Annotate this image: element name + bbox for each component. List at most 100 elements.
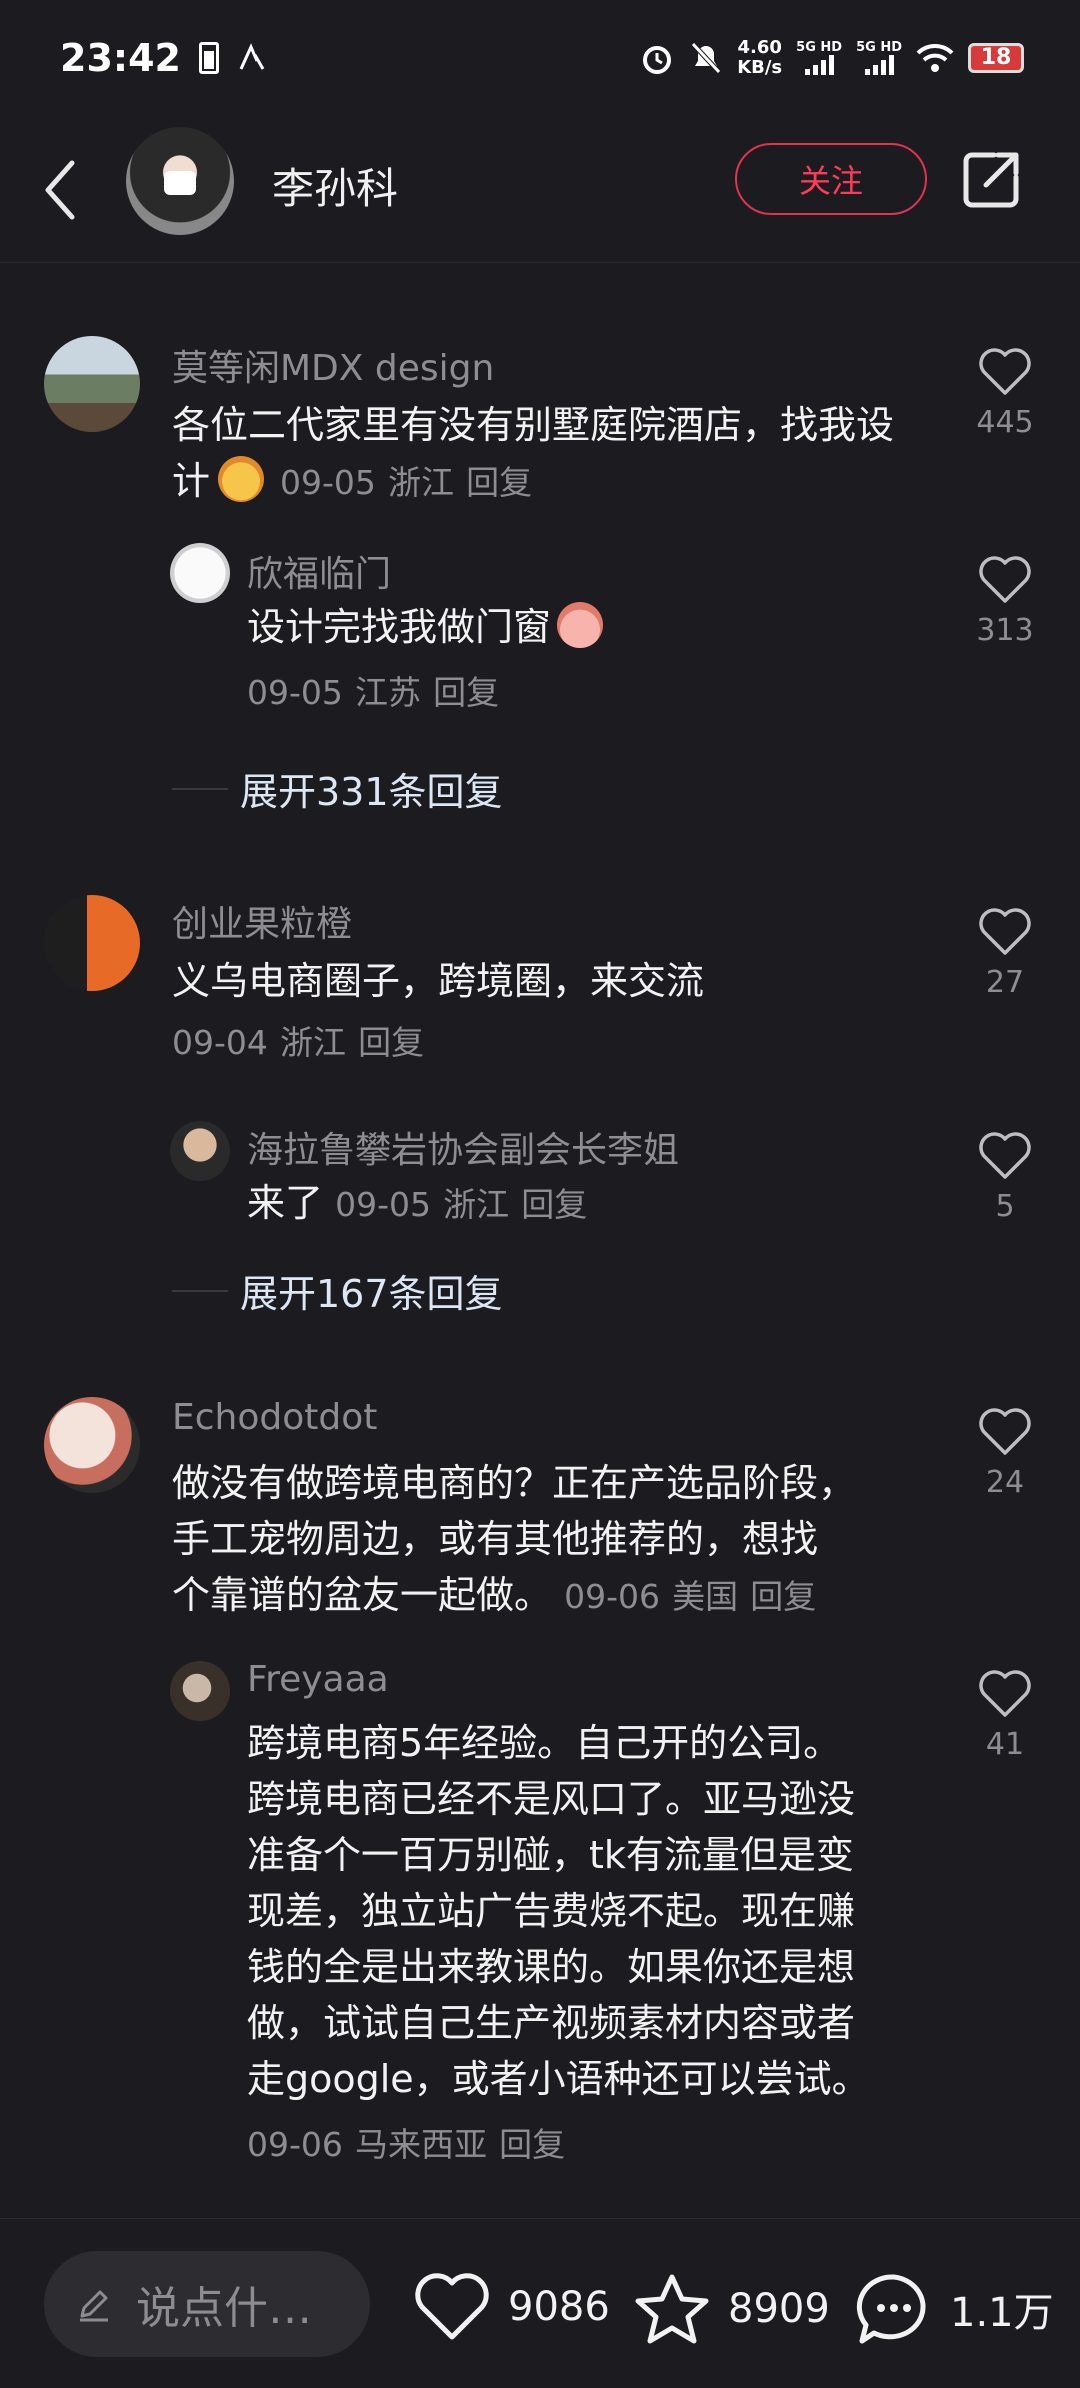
heart-icon — [979, 908, 1031, 955]
battery-indicator: 18 — [968, 42, 1024, 73]
comment-input[interactable]: 说点什… — [44, 2251, 370, 2357]
emoji-icon — [557, 602, 604, 648]
reply-link[interactable]: 回复 — [521, 1185, 587, 1224]
like-total: 9086 — [508, 2284, 610, 2330]
expand-divider — [172, 1289, 228, 1292]
heart-icon — [979, 1132, 1031, 1179]
like-count: 27 — [985, 965, 1025, 1000]
reply-username[interactable]: 欣福临门 — [247, 545, 391, 597]
comment-region: 美国 — [672, 1577, 739, 1616]
comment-meta: 09-04 浙江 回复 — [172, 1013, 424, 1071]
avatar[interactable] — [170, 1661, 230, 1721]
avatar[interactable] — [44, 1397, 140, 1493]
reply-username[interactable]: 海拉鲁攀岩协会副会长李姐 — [247, 1121, 679, 1173]
star-icon — [635, 2274, 709, 2344]
comment-date: 09-05 — [280, 463, 376, 502]
mute-icon — [691, 41, 722, 74]
reply-region: 马来西亚 — [354, 2125, 487, 2164]
sim2-label: 5G HD — [856, 40, 902, 55]
comment-line: 做没有做跨境电商的？正在产选品阶段， — [172, 1461, 857, 1505]
like-count: 24 — [985, 1465, 1025, 1500]
like-count: 41 — [985, 1727, 1025, 1762]
reply-link[interactable]: 回复 — [433, 673, 499, 712]
avatar[interactable] — [44, 336, 140, 432]
reply-line: 钱的全是出来教课的。如果你还是想 — [247, 1945, 856, 1989]
chat-bubble-icon — [856, 2274, 926, 2344]
like-post-button[interactable]: 9086 — [412, 2271, 610, 2343]
heart-icon — [415, 2273, 489, 2340]
reply-link[interactable]: 回复 — [466, 463, 532, 502]
comment-username[interactable]: 创业果粒橙 — [172, 895, 352, 947]
heart-icon — [979, 348, 1031, 395]
battery-saver-icon — [198, 41, 219, 74]
speed-value: 4.60 — [737, 36, 782, 58]
reply-link[interactable]: 回复 — [499, 2125, 565, 2164]
like-button[interactable]: 27 — [965, 907, 1045, 1000]
reply-line: 跨境电商5年经验。自己开的公司。 — [247, 1721, 842, 1765]
comment-date: 09-04 — [172, 1023, 268, 1062]
like-count: 5 — [995, 1189, 1015, 1224]
sim1-label: 5G HD — [796, 40, 843, 55]
author-avatar[interactable] — [126, 127, 234, 235]
reply-region: 浙江 — [443, 1185, 510, 1224]
comment-total: 1.1万 — [950, 2290, 1054, 2336]
like-button[interactable]: 41 — [965, 1669, 1045, 1762]
reply-body: 来了 — [247, 1181, 324, 1225]
bottom-action-bar: 说点什… 9086 8909 1.1万 — [0, 2218, 1080, 2388]
clock: 23:42 — [60, 35, 181, 80]
favorite-button[interactable]: 8909 — [632, 2271, 830, 2347]
heart-icon — [979, 1670, 1031, 1717]
expand-replies-button[interactable]: 展开331条回复 — [172, 761, 503, 816]
reply-date: 09-05 — [247, 673, 343, 712]
pencil-icon — [80, 2290, 108, 2322]
like-count: 445 — [976, 405, 1034, 440]
like-button[interactable]: 5 — [965, 1131, 1045, 1224]
comment-date: 09-06 — [564, 1577, 660, 1616]
comment-username[interactable]: Echodotdot — [172, 1397, 377, 1438]
comment-line: 个靠谱的盆友一起做。 — [172, 1573, 553, 1617]
reply-line: 做，试试自己生产视频素材内容或者 — [247, 2001, 856, 2045]
wifi-icon — [916, 43, 954, 72]
reply-text: 来了 09-05 浙江 回复 — [247, 1175, 907, 1233]
avatar[interactable] — [44, 895, 140, 991]
reply-line: 跨境电商已经不是风口了。亚马逊没 — [247, 1777, 856, 1821]
avatar[interactable] — [170, 1121, 230, 1181]
status-bar: 23:42 4.60 KB/s 5G HD 5G HD 18 — [0, 0, 1080, 115]
emoji-icon — [218, 456, 265, 502]
reply-line: 走google，或者小语种还可以尝试。 — [247, 2057, 870, 2101]
like-button[interactable]: 313 — [965, 555, 1045, 648]
comment-username[interactable]: 莫等闲MDX design — [172, 339, 494, 391]
reply-link[interactable]: 回复 — [358, 1023, 424, 1062]
heart-icon — [979, 1408, 1031, 1455]
reply-region: 江苏 — [354, 673, 421, 712]
heart-icon — [979, 556, 1031, 603]
comment-placeholder: 说点什… — [136, 2283, 312, 2334]
follow-button[interactable]: 关注 — [735, 143, 927, 215]
reply-body: 设计完找我做门窗 — [247, 605, 552, 649]
expand-label: 展开167条回复 — [240, 1272, 503, 1316]
reply-meta: 09-06 马来西亚 回复 — [247, 2115, 565, 2173]
reply-link[interactable]: 回复 — [750, 1577, 816, 1616]
avatar[interactable] — [170, 543, 230, 603]
comment-text: 做没有做跨境电商的？正在产选品阶段， 手工宠物周边，或有其他推荐的，想找 个靠谱… — [172, 1455, 932, 1625]
reply-text: 设计完找我做门窗 — [247, 599, 907, 655]
alarm-icon — [643, 45, 672, 74]
comments-button[interactable]: 1.1万 — [854, 2271, 1054, 2347]
expand-replies-button[interactable]: 展开167条回复 — [172, 1263, 503, 1318]
back-arrow-icon[interactable] — [40, 155, 80, 225]
share-icon[interactable] — [962, 149, 1022, 209]
profile-header: 李孙科 关注 — [0, 115, 1080, 263]
reply-line: 准备个一百万别碰，tk有流量但是变 — [247, 1833, 854, 1877]
reply-username[interactable]: Freyaaa — [247, 1659, 389, 1700]
like-count: 313 — [976, 613, 1034, 648]
like-button[interactable]: 445 — [965, 347, 1045, 440]
expand-divider — [172, 787, 228, 790]
signal-sim2: 5G HD — [856, 40, 902, 75]
comment-text: 义乌电商圈子，跨境圈，来交流 — [172, 959, 705, 1003]
author-name[interactable]: 李孙科 — [272, 155, 398, 216]
reply-date: 09-06 — [247, 2125, 343, 2164]
expand-label: 展开331条回复 — [240, 770, 503, 814]
comment-text: 各位二代家里有没有别墅庭院酒店，找我设计 09-05 浙江 回复 — [172, 397, 912, 511]
reply-line: 现差，独立站广告费烧不起。现在赚 — [247, 1889, 856, 1933]
like-button[interactable]: 24 — [965, 1407, 1045, 1500]
